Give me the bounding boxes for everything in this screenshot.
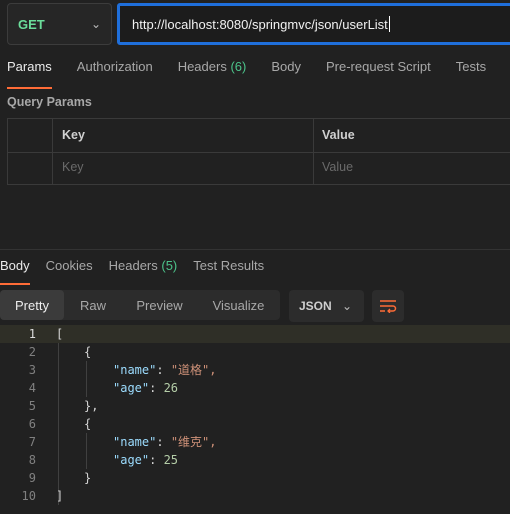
column-header-value: Value [322,128,355,142]
pane-divider[interactable] [0,249,510,250]
tab-headers[interactable]: Headers (6) [178,59,247,83]
code-line: 6 { [28,417,92,431]
tab-tests[interactable]: Tests [456,59,486,83]
chevron-down-icon: ⌄ [90,17,101,31]
code-line: 7 "name": "维克", [28,435,217,449]
response-tab-test-results[interactable]: Test Results [193,258,264,273]
response-tabs: Body Cookies Headers (5) Test Results [0,258,280,285]
value-input[interactable]: Value [322,160,353,174]
tab-pre-request-script[interactable]: Pre-request Script [326,59,431,83]
request-tabs: Params Authorization Headers (6) Body Pr… [7,59,510,89]
view-raw-button[interactable]: Raw [64,290,122,320]
code-line: 5 }, [28,399,99,413]
wrap-lines-icon [380,300,397,313]
method-label: GET [18,16,45,32]
response-code-view[interactable]: 1 [ 2 { 3 "name": "道格", 4 "age": 26 5 },… [0,325,510,514]
method-select[interactable]: GET ⌄ [7,3,112,45]
code-line: 9 } [28,471,92,485]
tab-params[interactable]: Params [7,59,52,89]
code-line: 1 [ [0,325,510,343]
params-table: Key Value Key Value [7,118,510,185]
code-line: 2 { [28,345,92,359]
view-preview-button[interactable]: Preview [122,290,197,320]
code-line: 10 ] [21,489,64,503]
response-tab-cookies[interactable]: Cookies [46,258,93,273]
tab-authorization[interactable]: Authorization [77,59,153,83]
code-line: 8 "age": 25 [28,453,179,467]
url-input[interactable]: http://localhost:8080/springmvc/json/use… [117,3,510,45]
text-cursor [388,16,390,32]
code-line: 3 "name": "道格", [28,363,217,377]
tab-body[interactable]: Body [271,59,301,83]
format-label: JSON [299,299,332,313]
response-tab-body[interactable]: Body [0,258,30,285]
wrap-lines-button[interactable] [372,290,404,322]
response-headers-count: (5) [161,258,178,273]
view-visualize-button[interactable]: Visualize [197,290,280,320]
url-text: http://localhost:8080/springmvc/json/use… [132,16,388,32]
response-tab-headers[interactable]: Headers (5) [109,258,178,273]
view-mode-group: Pretty Raw Preview Visualize [0,290,280,320]
format-select[interactable]: JSON ⌄ [289,290,364,322]
query-params-title: Query Params [7,95,92,109]
chevron-down-icon: ⌄ [341,299,352,313]
headers-count: (6) [230,59,247,74]
key-input[interactable]: Key [62,160,84,174]
view-pretty-button[interactable]: Pretty [0,290,64,320]
column-header-key: Key [62,128,85,142]
code-line: 4 "age": 26 [28,381,179,395]
